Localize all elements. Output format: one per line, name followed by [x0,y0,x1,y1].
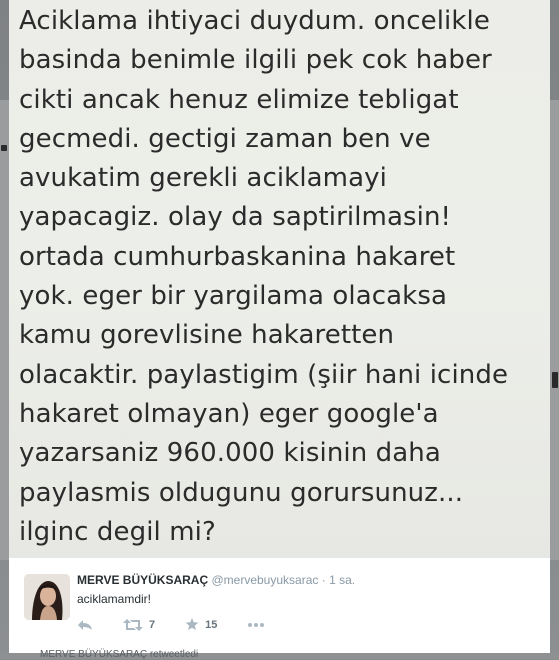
more-icon [248,622,265,627]
favorite-count: 15 [205,618,218,631]
note-line: basinda benimle ilgili pek cok haber [19,45,492,76]
note-line: paylasmis oldugunu gorursunuz... [19,477,464,508]
favorite-button[interactable]: 15 [185,618,217,631]
header-separator: · [321,573,326,587]
note-line: ilginc degil mi? [19,516,216,547]
reply-icon [78,619,92,630]
tweet-card[interactable]: MERVE BÜYÜKSARAÇ @mervebuyuksarac · 1 sa… [9,557,550,653]
note-text: Aciklama ihtiyaci duydum. oncelikle basi… [19,0,540,552]
user-handle[interactable]: @mervebuyuksarac [211,573,318,587]
note-line: kamu gorevlisine hakaretten [19,320,395,351]
note-line: avukatim gerekli aciklamayi [19,163,387,194]
note-line: gecmedi. gectigi zaman ben ve [19,123,431,154]
avatar-portrait-icon [24,574,70,620]
tweet-header: MERVE BÜYÜKSARAÇ @mervebuyuksarac · 1 sa… [77,572,540,588]
note-line: ortada cumhurbaskanina hakaret [19,241,456,272]
note-line: yapacagiz. olay da saptirilmasin! [19,202,452,233]
retweet-count: 7 [149,618,156,631]
retweet-button[interactable]: 7 [123,618,156,631]
more-button[interactable] [247,622,265,628]
reply-button[interactable] [77,619,93,631]
background-left-marker [1,145,7,151]
retweet-icon [123,618,143,631]
background-right-marker [552,372,558,388]
background-right-strip [549,100,559,560]
note-line: yazarsaniz 960.000 kisinin daha [19,438,441,469]
note-line: cikti ancak henuz elimize tebligat [19,84,459,115]
avatar[interactable] [24,574,70,620]
note-line: Aciklama ihtiyaci duydum. oncelikle [19,6,490,36]
star-icon [185,618,199,631]
tweet-text: aciklamamdir! [77,592,152,606]
tweet-timestamp[interactable]: 1 sa. [329,573,355,587]
tweet-actions: 7 15 [77,618,295,631]
note-line: hakaret olmayan) eger google'a [19,398,439,429]
note-line: yok. eger bir yargilama olacaksa [19,281,447,312]
display-name[interactable]: MERVE BÜYÜKSARAÇ [77,573,208,587]
tweet-image-note[interactable]: Aciklama ihtiyaci duydum. oncelikle basi… [9,0,550,557]
note-line: olacaktir. paylastigim (şiir hani icinde [19,359,509,390]
